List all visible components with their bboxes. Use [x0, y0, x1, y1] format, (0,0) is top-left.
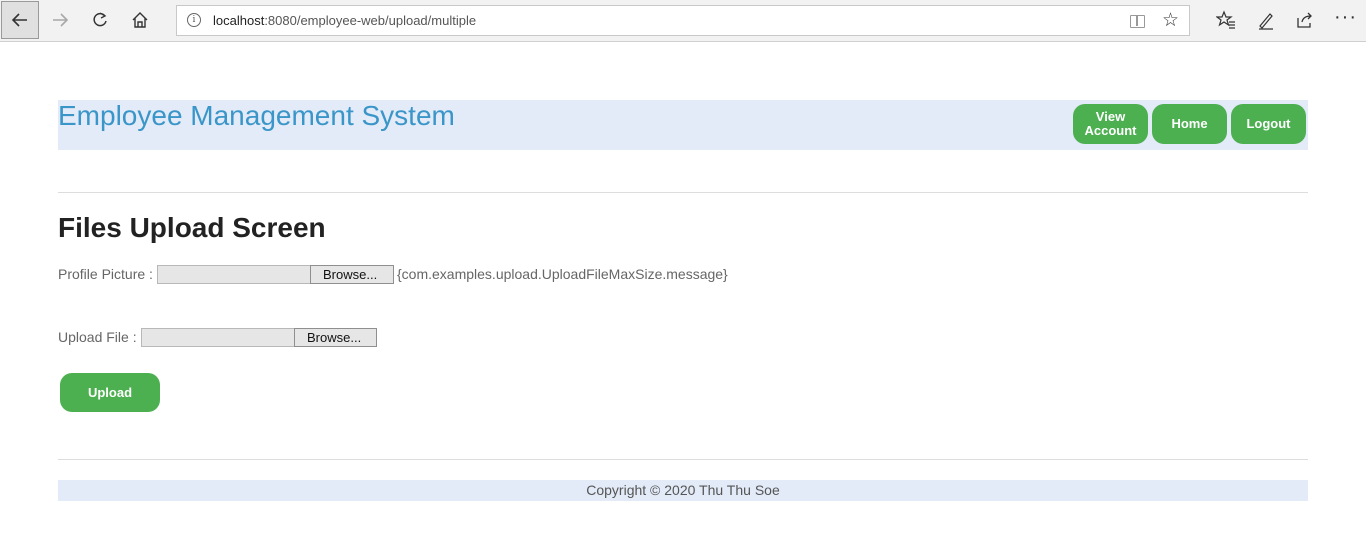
profile-picture-input[interactable]: Browse... [157, 265, 394, 284]
site-header: Employee Management System View Account … [58, 100, 1308, 150]
footer-divider [58, 459, 1308, 460]
site-footer: Copyright © 2020 Thu Thu Soe [58, 480, 1308, 501]
upload-file-filename-box[interactable] [141, 328, 294, 347]
back-arrow-icon [11, 13, 27, 27]
upload-file-input[interactable]: Browse... [141, 328, 377, 347]
home-button[interactable]: Home [1152, 104, 1227, 144]
star-icon[interactable]: ☆ [1162, 9, 1179, 32]
browser-toolbar: i localhost:8080/employee-web/upload/mul… [0, 0, 1366, 42]
pen-icon[interactable] [1255, 10, 1277, 35]
profile-browse-button[interactable]: Browse... [310, 265, 394, 284]
reading-view-icon[interactable] [1130, 15, 1145, 28]
profile-picture-filename-box[interactable] [157, 265, 310, 284]
validation-message: {com.examples.upload.UploadFileMaxSize.m… [397, 266, 728, 282]
address-bar[interactable]: i localhost:8080/employee-web/upload/mul… [176, 5, 1190, 36]
logout-label: Logout [1246, 116, 1291, 131]
url-host: localhost [213, 13, 265, 28]
view-account-button[interactable]: View Account [1073, 104, 1148, 144]
favorites-hub-icon[interactable] [1215, 10, 1237, 35]
url-text[interactable]: localhost:8080/employee-web/upload/multi… [213, 13, 476, 28]
info-icon[interactable]: i [187, 13, 201, 27]
page-title: Files Upload Screen [58, 212, 326, 243]
upload-label: Upload [87, 384, 133, 400]
view-account-label-line2: Account [1084, 123, 1137, 138]
upload-file-label: Upload File : [58, 329, 137, 345]
url-path: :8080/employee-web/upload/multiple [264, 13, 477, 28]
forward-button[interactable] [41, 1, 79, 39]
refresh-button[interactable] [81, 1, 119, 39]
share-icon[interactable] [1294, 10, 1316, 35]
view-account-label-line1: View [1095, 109, 1126, 124]
home-icon [132, 12, 148, 28]
logout-button[interactable]: Logout [1231, 104, 1306, 144]
back-button[interactable] [1, 1, 39, 39]
forward-arrow-icon [53, 13, 69, 27]
upload-browse-button[interactable]: Browse... [294, 328, 377, 347]
upload-button[interactable]: Upload [60, 373, 160, 412]
home-nav-button[interactable] [121, 1, 159, 39]
header-divider [58, 192, 1308, 193]
home-label: Home [1171, 116, 1208, 131]
profile-picture-label: Profile Picture : [58, 266, 153, 282]
refresh-icon [93, 12, 107, 27]
view-account-label: View Account [1085, 110, 1137, 138]
copyright-text: Copyright © 2020 Thu Thu Soe [586, 482, 780, 498]
site-title: Employee Management System [58, 100, 455, 131]
more-icon[interactable]: ··· [1334, 6, 1356, 29]
